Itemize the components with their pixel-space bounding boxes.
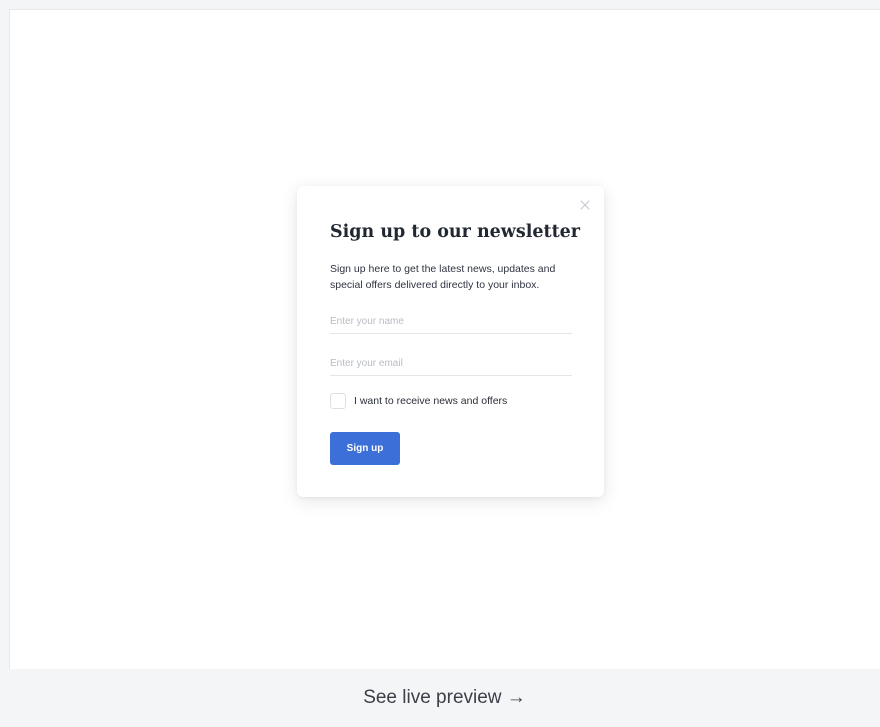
name-input[interactable] xyxy=(330,310,572,334)
close-icon[interactable] xyxy=(579,198,591,210)
preview-frame: Sign up to our newsletter Sign up here t… xyxy=(9,9,880,669)
newsletter-modal: Sign up to our newsletter Sign up here t… xyxy=(297,186,604,497)
consent-checkbox[interactable] xyxy=(330,393,346,409)
email-input[interactable] xyxy=(330,352,572,376)
modal-description: Sign up here to get the latest news, upd… xyxy=(330,263,556,291)
sign-up-button[interactable]: Sign up xyxy=(330,432,400,465)
consent-label: I want to receive news and offers xyxy=(354,395,508,407)
preview-bar: See live preview → xyxy=(9,669,880,727)
see-live-preview-link[interactable]: See live preview → xyxy=(363,687,526,709)
consent-row: I want to receive news and offers xyxy=(330,393,507,409)
modal-title: Sign up to our newsletter xyxy=(330,222,581,242)
